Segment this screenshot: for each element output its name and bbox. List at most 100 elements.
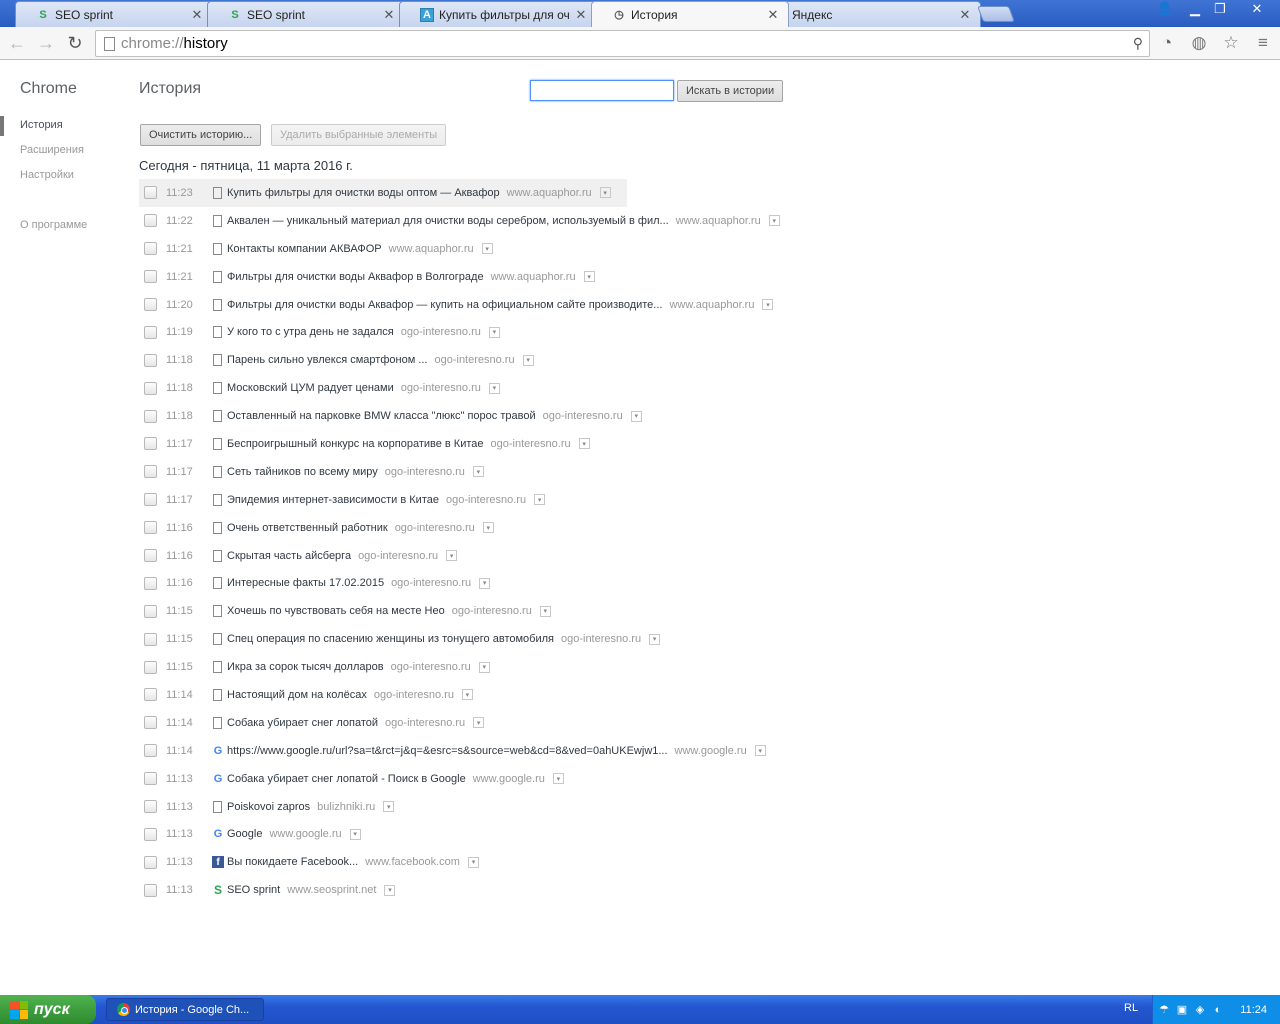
entry-checkbox[interactable] [144,325,157,339]
entry-title-link[interactable]: У кого то с утра день не задался [227,326,394,338]
entry-menu-icon[interactable]: ▾ [754,745,766,757]
entry-title-link[interactable]: Московский ЦУМ радует ценами [227,382,394,394]
entry-title-link[interactable]: Парень сильно увлекся смартфоном ... [227,354,427,366]
tab-seosprint-1[interactable]: S SEO sprint ✕ [15,1,213,27]
tab-history[interactable]: ◷ История ✕ [591,1,789,27]
sidebar-item-history[interactable]: История [20,119,63,131]
entry-checkbox[interactable] [144,632,157,646]
language-indicator[interactable]: RL [1124,1002,1138,1014]
sidebar-item-about[interactable]: О программе [20,219,87,231]
entry-title-link[interactable]: Икра за сорок тысяч долларов [227,661,384,673]
entry-checkbox[interactable] [144,576,157,590]
close-icon[interactable]: ✕ [766,7,780,22]
globe-icon[interactable]: ◍ [1188,32,1210,54]
entry-menu-icon[interactable]: ▾ [473,717,485,729]
entry-title-link[interactable]: SEO sprint [227,884,280,896]
entry-menu-icon[interactable]: ▾ [488,382,500,394]
sidebar-item-settings[interactable]: Настройки [20,169,74,181]
entry-title-link[interactable]: Собака убирает снег лопатой - Поиск в Go… [227,773,466,785]
entry-menu-icon[interactable]: ▾ [482,522,494,534]
entry-title-link[interactable]: Оставленный на парковке BMW класса "люкс… [227,410,536,422]
close-icon[interactable]: ✕ [382,7,396,22]
entry-checkbox[interactable] [144,298,157,311]
entry-menu-icon[interactable]: ▾ [384,884,396,896]
entry-checkbox[interactable] [144,772,157,786]
clear-history-button[interactable]: Очистить историю... [140,124,262,146]
entry-menu-icon[interactable]: ▾ [349,828,361,840]
entry-menu-icon[interactable]: ▾ [479,577,491,589]
entry-title-link[interactable]: Аквален — уникальный материал для очистк… [227,215,669,227]
entry-menu-icon[interactable]: ▾ [768,215,780,227]
entry-title-link[interactable]: Купить фильтры для очистки воды оптом — … [227,187,500,199]
entry-menu-icon[interactable]: ▾ [534,494,546,506]
entry-title-link[interactable]: Скрытая часть айсберга [227,550,351,562]
delete-selected-button[interactable]: Удалить выбранные элементы [271,124,447,146]
entry-menu-icon[interactable]: ▾ [522,354,534,366]
entry-title-link[interactable]: Эпидемия интернет-зависимости в Китае [227,494,439,506]
network-icon[interactable]: ▣ [1175,1003,1189,1017]
tray-icon[interactable]: ◐ [1211,1003,1225,1017]
entry-menu-icon[interactable]: ▾ [539,605,551,617]
search-history-button[interactable]: Искать в истории [677,80,784,102]
entry-title-link[interactable]: Очень ответственный работник [227,522,388,534]
entry-title-link[interactable]: Настоящий дом на колёсах [227,689,367,701]
entry-menu-icon[interactable]: ▾ [578,438,590,450]
entry-menu-icon[interactable]: ▾ [488,326,500,338]
sidebar-item-extensions[interactable]: Расширения [20,144,84,156]
entry-menu-icon[interactable]: ▾ [762,299,774,310]
bookmark-star-icon[interactable]: ☆ [1220,32,1242,54]
entry-title-link[interactable]: Сеть тайников по всему миру [227,466,378,478]
entry-title-link[interactable]: Хочешь по чувствовать себя на месте Нео [227,605,445,617]
entry-menu-icon[interactable]: ▾ [630,410,642,422]
tab-aquaphor[interactable]: A Купить фильтры для очистки ✕ [399,1,597,27]
entry-checkbox[interactable] [144,465,157,479]
tray-icon[interactable]: ◈ [1193,1003,1207,1017]
address-bar[interactable]: chrome:// history ⚲ [95,30,1150,57]
entry-checkbox[interactable] [144,660,157,674]
entry-checkbox[interactable] [144,688,157,702]
reload-button[interactable]: ↻ [63,31,87,55]
restore-button[interactable]: ❐ [1207,0,1233,18]
entry-menu-icon[interactable]: ▾ [383,801,395,813]
entry-menu-icon[interactable]: ▾ [478,661,490,673]
back-button[interactable]: ← [5,31,29,55]
entry-menu-icon[interactable]: ▾ [552,773,564,785]
entry-title-link[interactable]: Poiskovoi zapros [227,801,310,813]
entry-title-link[interactable]: Собака убирает снег лопатой [227,717,378,729]
entry-menu-icon[interactable]: ▾ [446,550,458,562]
history-search-input[interactable] [530,80,674,101]
tab-yandex[interactable]: Яндекс ✕ [783,1,981,27]
entry-menu-icon[interactable]: ▾ [599,187,611,199]
entry-title-link[interactable]: Интересные факты 17.02.2015 [227,577,384,589]
entry-menu-icon[interactable]: ▾ [467,856,479,868]
profile-icon[interactable]: 👤 [1152,0,1178,18]
menu-icon[interactable]: ≡ [1252,32,1274,54]
entry-title-link[interactable]: Беспроигрышный конкурс на корпоративе в … [227,438,484,450]
entry-checkbox[interactable] [144,437,157,451]
entry-checkbox[interactable] [144,270,157,284]
entry-checkbox[interactable] [144,827,157,841]
entry-title-link[interactable]: https://www.google.ru/url?sa=t&rct=j&q=&… [227,745,668,757]
entry-checkbox[interactable] [144,716,157,730]
entry-menu-icon[interactable]: ▾ [481,243,493,255]
tab-seosprint-2[interactable]: S SEO sprint ✕ [207,1,405,27]
close-icon[interactable]: ✕ [190,7,204,22]
entry-title-link[interactable]: Спец операция по спасению женщины из тон… [227,633,554,645]
extension-off-icon[interactable]: ◔ [1156,32,1178,54]
entry-menu-icon[interactable]: ▾ [461,689,473,701]
entry-menu-icon[interactable]: ▾ [472,466,484,478]
close-icon[interactable]: ✕ [958,7,972,22]
start-button[interactable]: пуск [0,995,96,1024]
entry-checkbox[interactable] [144,549,157,563]
close-icon[interactable]: ✕ [574,7,588,22]
entry-title-link[interactable]: Фильтры для очистки воды Аквафор в Волго… [227,271,484,283]
tray-icon[interactable]: ☂ [1157,1003,1171,1017]
entry-checkbox[interactable] [144,242,157,256]
entry-checkbox[interactable] [144,855,157,869]
entry-menu-icon[interactable]: ▾ [583,271,595,283]
entry-title-link[interactable]: Контакты компании АКВАФОР [227,243,382,255]
entry-checkbox[interactable] [144,409,157,423]
entry-checkbox[interactable] [144,186,157,200]
minimize-button[interactable]: ▁ [1182,0,1208,18]
new-tab-button[interactable] [977,6,1015,22]
